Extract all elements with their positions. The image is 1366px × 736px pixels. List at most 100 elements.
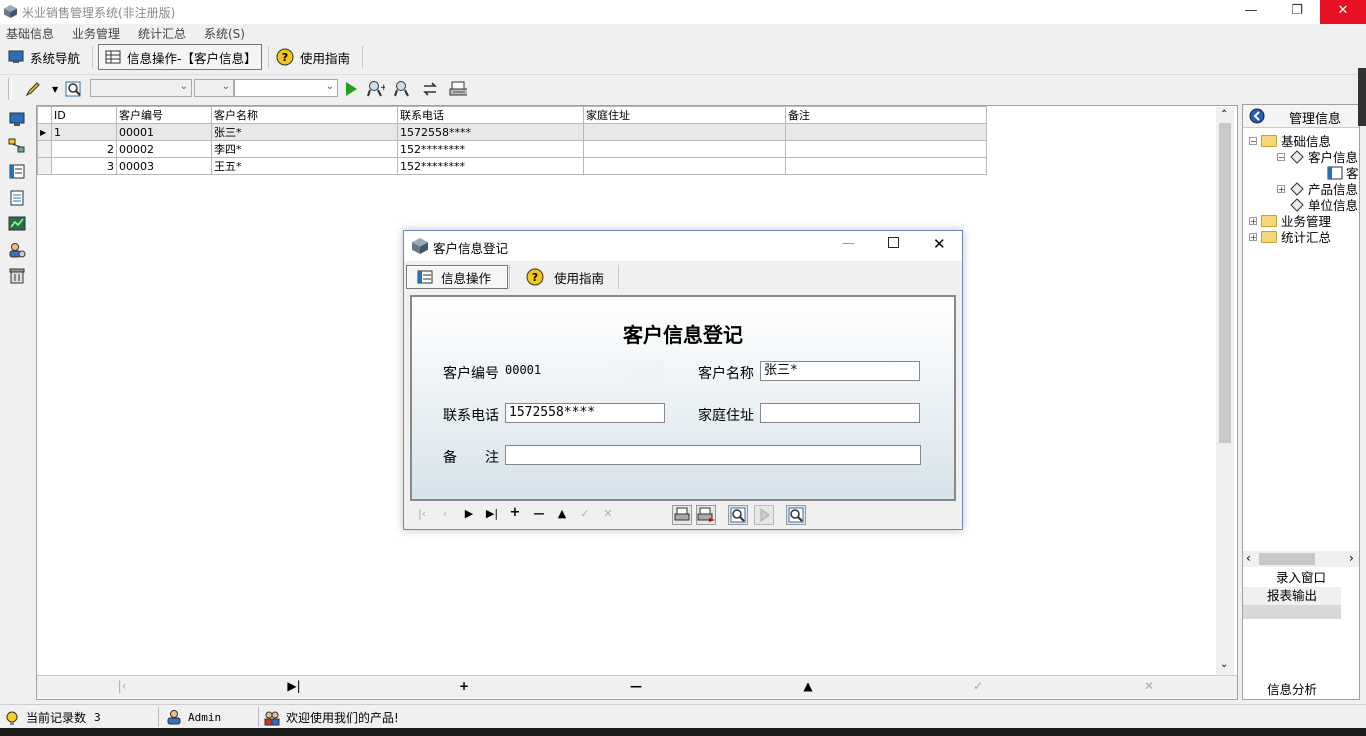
- dialog-tab-user-guide[interactable]: ? 使用指南: [526, 265, 604, 289]
- print-button[interactable]: [672, 505, 692, 525]
- delete-record-icon[interactable]: —: [626, 679, 646, 693]
- delete-record-icon[interactable]: —: [531, 507, 547, 520]
- address-field[interactable]: [760, 403, 920, 423]
- column-header[interactable]: 客户编号: [116, 106, 212, 124]
- cell-customer-id[interactable]: 00003: [116, 157, 212, 175]
- scroll-up-icon[interactable]: ⌃: [1220, 109, 1228, 120]
- chart-icon[interactable]: [8, 216, 26, 232]
- print-icon[interactable]: [449, 80, 467, 98]
- cell-address[interactable]: [583, 157, 786, 175]
- cancel-record-icon[interactable]: ✕: [600, 507, 616, 520]
- scroll-left-icon[interactable]: ‹: [1246, 551, 1251, 565]
- cell-id[interactable]: 2: [51, 140, 117, 158]
- table-row[interactable]: ▶ 1 00001 张三* 1572558****: [37, 123, 987, 141]
- preview-button[interactable]: [728, 505, 748, 525]
- search-minus-icon[interactable]: [394, 80, 412, 98]
- search-button[interactable]: [786, 505, 806, 525]
- search-plus-icon[interactable]: +: [367, 80, 385, 98]
- scrollbar-thumb[interactable]: [1259, 553, 1315, 565]
- cell-customer-name[interactable]: 李四*: [211, 140, 398, 158]
- value-select[interactable]: ⌄: [234, 79, 338, 97]
- close-button[interactable]: ✕: [1320, 0, 1366, 24]
- dialog-close-button[interactable]: ✕: [933, 235, 946, 253]
- tab-system-nav[interactable]: 系统导航: [8, 44, 80, 70]
- menu-system[interactable]: 系统(S): [204, 25, 245, 42]
- menu-business[interactable]: 业务管理: [72, 25, 120, 42]
- cell-id[interactable]: 3: [51, 157, 117, 175]
- refresh-icon[interactable]: [421, 80, 439, 98]
- minimize-button[interactable]: —: [1228, 0, 1274, 24]
- dialog-maximize-button[interactable]: [888, 237, 899, 248]
- monitor-icon[interactable]: [8, 112, 26, 128]
- report-output-button[interactable]: 报表输出: [1243, 587, 1341, 605]
- analysis-label[interactable]: 信息分析: [1243, 679, 1341, 698]
- cell-customer-name[interactable]: 张三*: [211, 123, 398, 141]
- cell-id[interactable]: 1: [51, 123, 117, 141]
- last-record-icon[interactable]: ▶|: [284, 679, 304, 693]
- trash-icon[interactable]: [8, 268, 26, 284]
- restore-button[interactable]: ❐: [1274, 0, 1320, 24]
- phone-field[interactable]: 1572558****: [505, 403, 665, 423]
- scroll-right-icon[interactable]: ›: [1349, 551, 1354, 565]
- vertical-scrollbar[interactable]: ⌃ ⌄: [1216, 107, 1234, 675]
- cell-remark[interactable]: [785, 157, 987, 175]
- column-header[interactable]: 家庭住址: [583, 106, 786, 124]
- expand-toggle-icon[interactable]: +: [1249, 232, 1257, 241]
- tab-info-operation[interactable]: 信息操作-【客户信息】: [98, 44, 262, 70]
- cell-remark[interactable]: [785, 140, 987, 158]
- remark-field[interactable]: [505, 445, 921, 465]
- cell-phone[interactable]: 152********: [397, 140, 584, 158]
- cell-address[interactable]: [583, 123, 786, 141]
- edit-record-icon[interactable]: ▲: [798, 679, 818, 693]
- cell-customer-id[interactable]: 00002: [116, 140, 212, 158]
- tree-node-statistics[interactable]: + 统计汇总: [1249, 227, 1331, 246]
- add-record-icon[interactable]: +: [454, 679, 474, 693]
- operator-select[interactable]: ⌄: [194, 79, 234, 97]
- network-icon[interactable]: [8, 138, 26, 154]
- find-icon[interactable]: [65, 80, 83, 98]
- customer-name-field[interactable]: 张三*: [760, 361, 920, 381]
- column-header[interactable]: 备注: [785, 106, 987, 124]
- menu-basic-info[interactable]: 基础信息: [6, 25, 54, 42]
- first-record-icon[interactable]: |‹: [414, 507, 430, 520]
- prior-record-icon[interactable]: ‹: [437, 507, 453, 520]
- add-record-icon[interactable]: +: [507, 505, 523, 520]
- collapse-toggle-icon[interactable]: −: [1277, 152, 1285, 161]
- post-record-icon[interactable]: ✓: [968, 679, 988, 693]
- edit-pencil-icon[interactable]: [24, 80, 42, 98]
- scrollbar-thumb[interactable]: [1219, 123, 1231, 443]
- play-button[interactable]: [754, 505, 774, 525]
- chevron-down-icon[interactable]: ▼: [52, 85, 58, 94]
- cell-remark[interactable]: [785, 123, 987, 141]
- field-select[interactable]: ⌄: [90, 79, 192, 97]
- print-preview-button[interactable]: [696, 505, 716, 525]
- expand-toggle-icon[interactable]: +: [1249, 216, 1257, 225]
- document-icon[interactable]: [8, 190, 26, 206]
- user-settings-icon[interactable]: [8, 242, 26, 258]
- entry-window-button[interactable]: 录入窗口: [1243, 569, 1359, 587]
- cell-phone[interactable]: 1572558****: [397, 123, 584, 141]
- column-header[interactable]: 联系电话: [397, 106, 584, 124]
- scroll-down-icon[interactable]: ⌄: [1220, 659, 1228, 670]
- collapse-icon[interactable]: [1249, 108, 1265, 124]
- expand-toggle-icon[interactable]: +: [1277, 184, 1285, 193]
- next-record-icon[interactable]: ▶: [461, 507, 477, 520]
- horizontal-scrollbar[interactable]: ‹ ›: [1243, 551, 1359, 567]
- table-row[interactable]: 3 00003 王五* 152********: [37, 157, 987, 175]
- last-record-icon[interactable]: ▶|: [484, 507, 500, 520]
- post-record-icon[interactable]: ✓: [577, 507, 593, 520]
- dialog-minimize-button[interactable]: —: [842, 236, 855, 251]
- first-record-icon[interactable]: |‹: [112, 679, 132, 693]
- edit-record-icon[interactable]: ▲: [554, 507, 570, 520]
- cell-customer-name[interactable]: 王五*: [211, 157, 398, 175]
- collapse-toggle-icon[interactable]: −: [1249, 136, 1257, 145]
- cancel-record-icon[interactable]: ✕: [1139, 679, 1159, 693]
- menu-statistics[interactable]: 统计汇总: [138, 25, 186, 42]
- run-query-icon[interactable]: [342, 80, 360, 98]
- cell-address[interactable]: [583, 140, 786, 158]
- column-header[interactable]: ID: [51, 106, 117, 124]
- tab-user-guide[interactable]: ? 使用指南: [276, 44, 350, 70]
- dialog-tab-info-operation[interactable]: 信息操作: [406, 265, 508, 289]
- cell-customer-id[interactable]: 00001: [116, 123, 212, 141]
- table-row[interactable]: 2 00002 李四* 152********: [37, 140, 987, 158]
